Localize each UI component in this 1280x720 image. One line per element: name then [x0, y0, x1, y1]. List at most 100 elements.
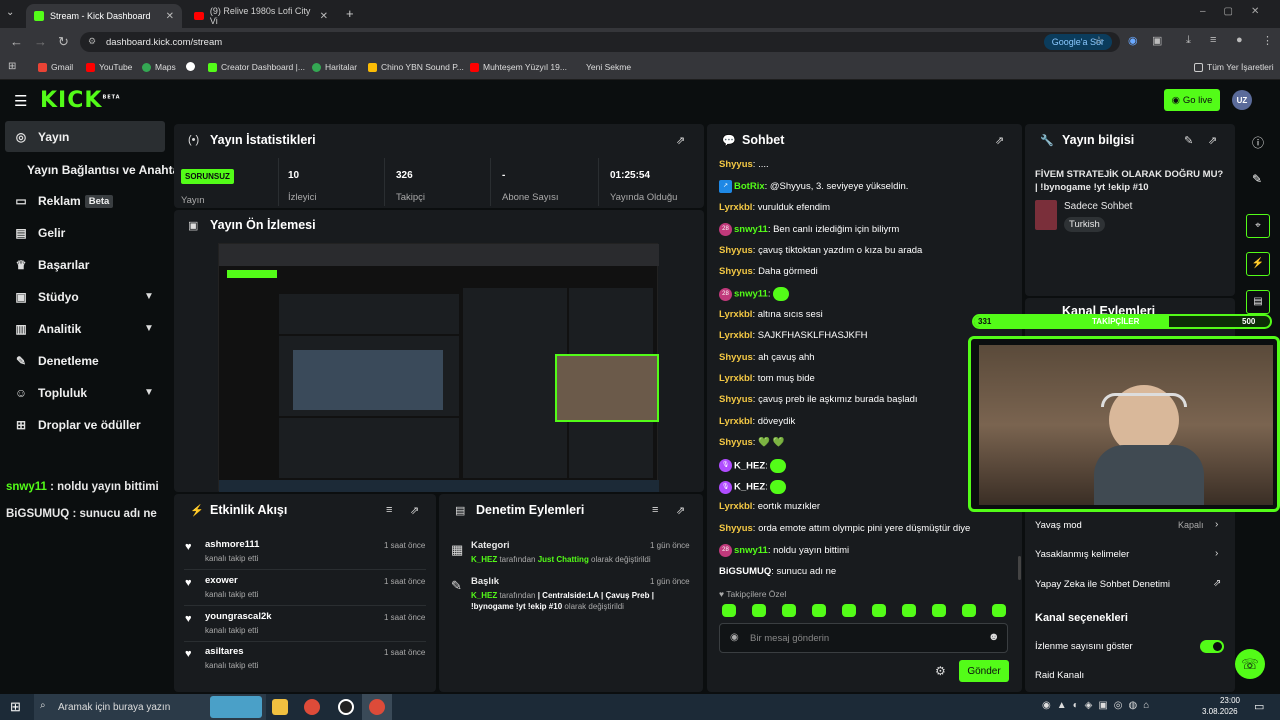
popout-icon[interactable]: ⇗ [410, 504, 419, 517]
forward-icon[interactable]: → [34, 34, 47, 49]
sidebar-item-reklam[interactable]: ▭ Reklam Beta [14, 194, 114, 208]
system-tray-icons[interactable]: ◉▲◐◈▣◎◍⌂ [1042, 700, 1155, 711]
filter-icon[interactable]: ≡ [652, 504, 658, 516]
external-link-icon[interactable]: ⇗ [1213, 578, 1221, 589]
chat-scrollbar[interactable] [1018, 556, 1021, 580]
extensions-icon[interactable]: ▣ [1152, 34, 1162, 47]
chat-username[interactable]: Shyyus [719, 352, 753, 363]
bookmark-youtube[interactable]: YouTube [86, 62, 132, 72]
info-icon[interactable]: ⓘ [1252, 134, 1264, 151]
chat-username[interactable]: Lyrxkbl [719, 330, 752, 341]
back-icon[interactable]: ← [10, 34, 23, 49]
stream-tag[interactable]: Turkish [1064, 217, 1105, 232]
chat-username[interactable]: K_HEZ [734, 482, 765, 493]
emote-icon[interactable] [962, 604, 976, 617]
sidebar-item-denetleme[interactable]: ✎ Denetleme [14, 354, 99, 368]
stream-preview-video[interactable] [218, 243, 659, 492]
popout-icon[interactable]: ⇗ [676, 504, 685, 517]
edit-icon[interactable]: ✎ [1252, 172, 1262, 186]
bookmark-yeni-sekme[interactable]: Yeni Sekme [586, 62, 631, 72]
bookmark-maps[interactable]: Maps [142, 62, 176, 72]
hamburger-menu-icon[interactable]: ☰ [14, 92, 27, 110]
tab-kick-dashboard[interactable]: Stream - Kick Dashboard ✕ [26, 4, 182, 28]
taskbar-search[interactable]: ⌕ Aramak için buraya yazın [34, 694, 266, 720]
chat-username[interactable]: Shyyus [719, 266, 753, 277]
bookmark-haritalar[interactable]: Haritalar [312, 62, 357, 72]
window-controls[interactable]: –▢✕ [1200, 6, 1277, 17]
cast-icon[interactable]: ◉ [1128, 34, 1138, 47]
chat-username[interactable]: K_HEZ [734, 460, 765, 471]
close-icon[interactable]: ✕ [166, 11, 174, 22]
chat-username[interactable]: Shyyus [719, 523, 753, 534]
edit-icon[interactable]: ✎ [1184, 134, 1193, 147]
slow-mode-label[interactable]: Yavaş mod [1035, 520, 1082, 531]
sidebar-item-basarilar[interactable]: ♛ Başarılar [14, 258, 90, 272]
chrome-icon[interactable] [369, 699, 385, 715]
emote-icon[interactable] [992, 604, 1006, 617]
emote-icon[interactable] [932, 604, 946, 617]
sidebar-item-topluluk[interactable]: ☺ Topluluk [14, 386, 87, 400]
tab-search-icon[interactable]: ⌄ [6, 7, 14, 18]
download-icon[interactable]: ⤓ [1186, 34, 1191, 47]
chrome-icon[interactable] [304, 699, 320, 715]
bookmark-chino[interactable]: Chino YBN Sound P... [368, 62, 464, 72]
sidebar-item-droplar[interactable]: ⊞ Droplar ve ödüller [14, 418, 141, 432]
emote-icon[interactable] [902, 604, 916, 617]
bookmark-muhtesem[interactable]: Muhteşem Yüzyıl 19... [470, 62, 567, 72]
profile-icon[interactable]: ● [1236, 34, 1243, 46]
tab-youtube[interactable]: (9) Relive 1980s Lofi City Vi ✕ [186, 4, 336, 28]
popout-icon[interactable]: ⇗ [676, 134, 685, 147]
activity-user[interactable]: youngrascal2k [205, 611, 272, 622]
target-icon[interactable]: ⌖ [1246, 214, 1270, 238]
reload-icon[interactable]: ↻ [58, 34, 69, 50]
activity-user[interactable]: asiltares [205, 646, 244, 657]
emote-icon[interactable] [872, 604, 886, 617]
url-field[interactable]: ⚙ dashboard.kick.com/stream Google'a Sor [80, 32, 1120, 52]
banned-words-label[interactable]: Yasaklanmış kelimeler [1035, 549, 1129, 560]
avatar[interactable]: UZ [1232, 90, 1252, 110]
chat-username[interactable]: snwy11 [734, 545, 768, 556]
sidebar-item-studyo[interactable]: ▣ Stüdyo [14, 290, 78, 304]
show-viewers-toggle[interactable] [1200, 640, 1224, 653]
chat-username[interactable]: Lyrxkbl [719, 501, 752, 512]
chat-username[interactable]: BiGSUMUQ [719, 566, 771, 577]
emote-icon[interactable] [782, 604, 796, 617]
chat-username[interactable]: BotRix [734, 181, 765, 192]
site-info-icon[interactable]: ⚙ [88, 36, 96, 47]
support-chat-icon[interactable]: ☏ [1235, 649, 1265, 679]
chat-username[interactable]: Shyyus [719, 159, 753, 170]
star-icon[interactable]: ☆ [1094, 34, 1104, 47]
bookmark-gmail[interactable]: Gmail [38, 62, 73, 72]
chevron-down-icon[interactable]: ▼ [144, 387, 154, 398]
emote-icon[interactable] [752, 604, 766, 617]
activity-user[interactable]: exower [205, 575, 238, 586]
activity-user[interactable]: ashmore111 [205, 539, 259, 550]
kick-logo[interactable]: KICKBETA [40, 88, 121, 113]
chevron-right-icon[interactable]: › [1215, 519, 1218, 530]
chat-username[interactable]: Shyyus [719, 437, 753, 448]
notification-icon[interactable]: ▭ [1254, 700, 1264, 713]
all-bookmarks[interactable]: Tüm Yer İşaretleri [1194, 62, 1274, 72]
chat-username[interactable]: Lyrxkbl [719, 309, 752, 320]
lightning-icon[interactable]: ⚡ [1246, 252, 1270, 276]
raid-channel-label[interactable]: Raid Kanalı [1035, 670, 1084, 681]
windows-start-icon[interactable]: ⊞ [10, 699, 21, 715]
send-button[interactable]: Gönder [959, 660, 1009, 682]
popout-icon[interactable]: ⇗ [995, 134, 1004, 147]
file-explorer-icon[interactable] [272, 699, 288, 715]
chat-username[interactable]: Shyyus [719, 394, 753, 405]
emote-icon[interactable] [812, 604, 826, 617]
document-icon[interactable]: ▤ [1246, 290, 1270, 314]
chat-username[interactable]: snwy11 [734, 289, 768, 300]
sidebar-item-analitik[interactable]: ▥ Analitik [14, 322, 81, 336]
sidebar-item-yayin-baglantisi[interactable]: Yayın Bağlantısı ve Anahtarı [27, 163, 187, 177]
apps-icon[interactable]: ⊞ [8, 61, 16, 72]
chevron-right-icon[interactable]: › [1215, 548, 1218, 559]
gear-icon[interactable]: ⚙ [935, 664, 946, 678]
bookmark-google[interactable] [186, 62, 195, 71]
reading-list-icon[interactable]: ≡ [1210, 34, 1216, 46]
menu-icon[interactable]: ⋮ [1262, 34, 1273, 47]
bookmark-creator-dashboard[interactable]: Creator Dashboard |... [208, 62, 305, 72]
popout-icon[interactable]: ⇗ [1208, 134, 1217, 147]
chat-input[interactable]: ◉ Bir mesaj gönderin ☻ [719, 623, 1008, 653]
